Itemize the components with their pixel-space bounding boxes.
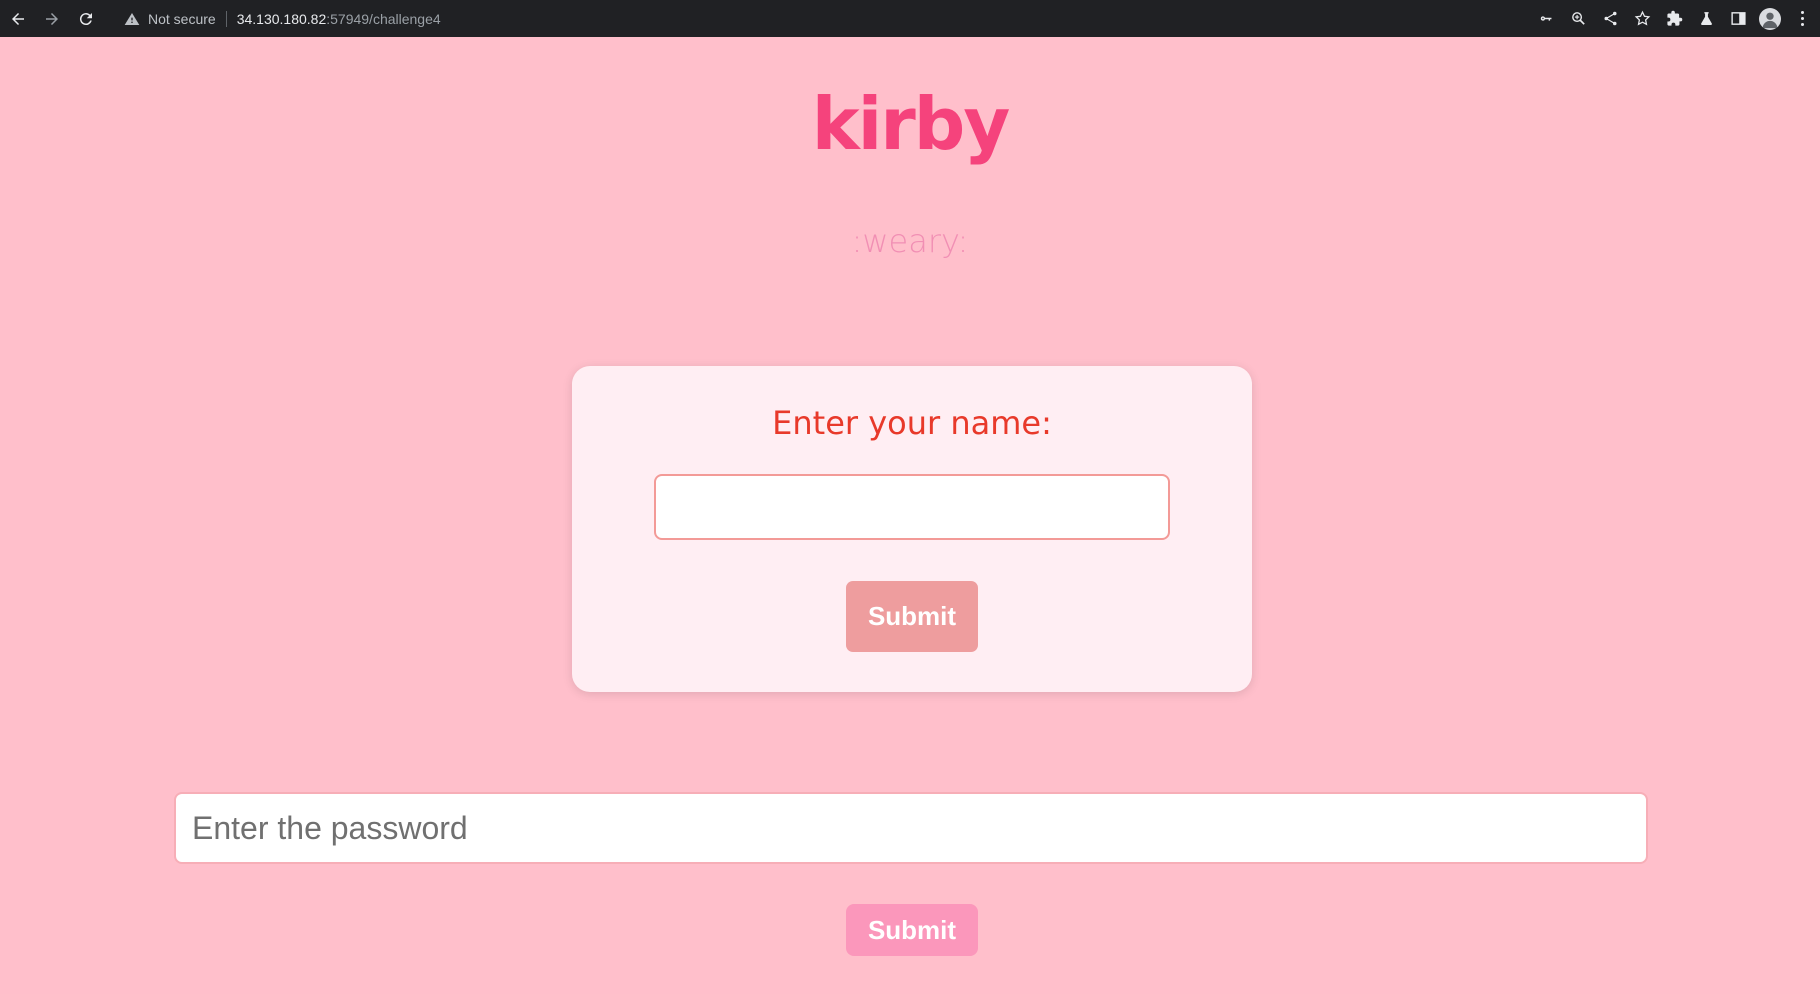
back-icon xyxy=(12,12,24,25)
zoom-button[interactable] xyxy=(1566,7,1590,31)
reload-button[interactable] xyxy=(70,3,102,35)
extensions-button[interactable] xyxy=(1662,7,1686,31)
share-button[interactable] xyxy=(1598,7,1622,31)
profile-icon xyxy=(1759,7,1781,30)
key-icon xyxy=(1540,16,1551,21)
brand-title: kirby xyxy=(811,82,1011,166)
security-status[interactable]: Not secure xyxy=(148,11,216,27)
name-input[interactable] xyxy=(654,474,1170,540)
reload-icon xyxy=(79,12,92,25)
back-button[interactable] xyxy=(2,3,34,35)
star-icon xyxy=(1634,10,1650,26)
menu-icon xyxy=(1798,11,1806,26)
name-submit-button[interactable]: Submit xyxy=(846,581,978,652)
labs-icon xyxy=(1700,12,1712,26)
zoom-icon xyxy=(1571,12,1585,25)
url-path: :57949/challenge4 xyxy=(326,10,441,27)
forward-icon xyxy=(46,12,58,25)
warning-icon xyxy=(124,12,140,25)
name-form-label: Enter your name: xyxy=(772,404,1052,442)
menu-button[interactable] xyxy=(1790,7,1814,31)
password-submit-button[interactable]: Submit xyxy=(846,904,978,956)
profile-button[interactable] xyxy=(1758,7,1782,31)
name-form-card: Enter your name: Submit xyxy=(572,366,1252,692)
password-input[interactable] xyxy=(174,792,1648,864)
labs-button[interactable] xyxy=(1694,7,1718,31)
tagline: :weary: xyxy=(851,222,969,260)
password-manager-button[interactable] xyxy=(1534,7,1558,31)
browser-toolbar: Not secure 34.130.180.82:57949/challenge… xyxy=(0,0,1820,37)
bookmark-button[interactable] xyxy=(1630,7,1654,31)
extensions-icon xyxy=(1666,10,1682,26)
address-bar[interactable]: Not secure 34.130.180.82:57949/challenge… xyxy=(124,5,441,33)
forward-button[interactable] xyxy=(36,3,68,35)
share-icon xyxy=(1603,11,1617,26)
toolbar-actions xyxy=(1534,7,1814,31)
url-host: 34.130.180.82 xyxy=(236,10,327,27)
side-panel-icon xyxy=(1730,12,1746,25)
address-separator xyxy=(225,10,227,27)
side-panel-button[interactable] xyxy=(1726,7,1750,31)
